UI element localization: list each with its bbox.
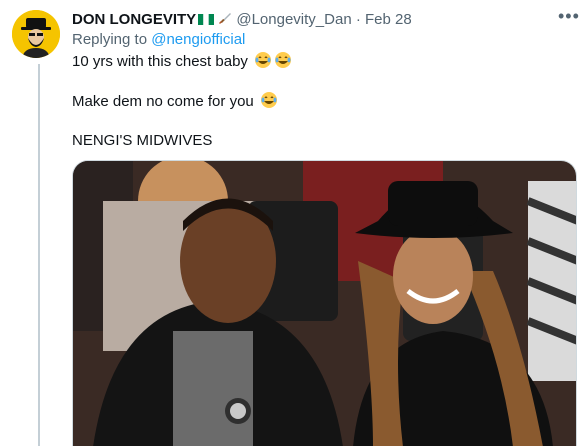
tweet-text-1: 10 yrs with this chest baby	[72, 53, 248, 70]
tweet-text-2: Make dem no come for you	[72, 93, 254, 110]
tweet-photo[interactable]	[72, 160, 577, 446]
tweet-text-3: NENGI'S MIDWIVES	[72, 132, 213, 149]
replying-to: Replying to @nengiofficial	[72, 31, 245, 48]
more-options-icon[interactable]: •••	[558, 6, 580, 27]
separator-dot: ·	[355, 11, 361, 28]
replying-to-label: Replying to	[72, 31, 148, 48]
photo-illustration	[73, 161, 576, 446]
avatar[interactable]	[12, 10, 60, 58]
face-with-tears-of-joy-icon	[255, 52, 272, 68]
author-name[interactable]: DON LONGEVITY	[72, 11, 196, 28]
mention-link[interactable]: @nengiofficial	[151, 31, 245, 48]
nigeria-flag-icon	[198, 14, 215, 25]
avatar-illustration	[12, 10, 60, 58]
tweet-header: DON LONGEVITY @Longevity_Dan · Feb 28	[72, 10, 412, 30]
tweet-text-line-1: 10 yrs with this chest baby	[72, 51, 292, 72]
face-with-tears-of-joy-icon	[275, 52, 292, 68]
thread-line	[38, 64, 40, 446]
author-handle[interactable]: @Longevity_Dan	[236, 11, 351, 28]
tweet-text-line-2: Make dem no come for you	[72, 91, 278, 112]
face-with-tears-of-joy-icon	[260, 92, 277, 108]
tweet-text-line-3: NENGI'S MIDWIVES	[72, 131, 212, 151]
dagger-icon	[219, 13, 232, 24]
tweet-date[interactable]: Feb 28	[365, 11, 412, 28]
